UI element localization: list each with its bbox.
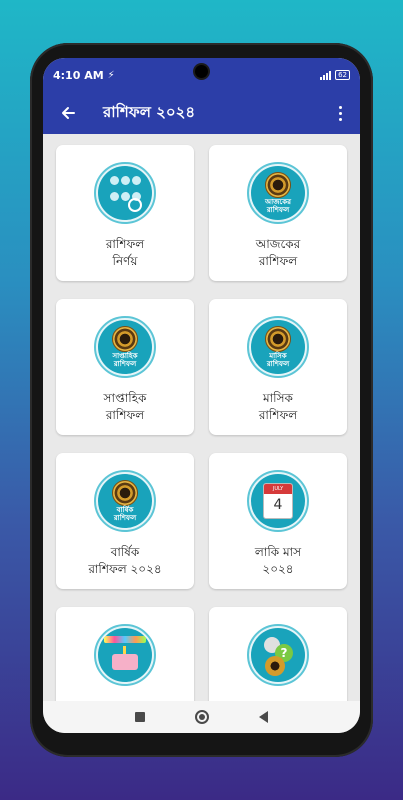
- status-time: 4:10 AM: [53, 68, 104, 82]
- card-saptahik-rashifal[interactable]: সাপ্তাহিক রাশিফল সাপ্তাহিক রাশিফল: [56, 299, 194, 435]
- card-barshik-rashifal[interactable]: বার্ষিক রাশিফল বার্ষিক রাশিফল ২০২৪: [56, 453, 194, 589]
- screen: 4:10 AM ⚡ 62 রাশিফল ২০২৪ রাশিফল নির্ণয় …: [43, 58, 360, 733]
- content-area: রাশিফল নির্ণয় আজকেররাশিফল আজকের রাশিফল: [43, 134, 360, 701]
- back-button[interactable]: [53, 98, 83, 128]
- overflow-menu-button[interactable]: [330, 98, 350, 128]
- zodiac-wheel-icon: সাপ্তাহিক রাশিফল: [94, 316, 156, 378]
- nav-back-button[interactable]: [259, 711, 268, 723]
- recents-button[interactable]: [135, 712, 145, 722]
- moon-question-icon: ?: [247, 624, 309, 686]
- card-lucky-month[interactable]: JULY 4 লাকি মাস ২০২৪: [209, 453, 347, 589]
- status-right: 62: [320, 70, 350, 80]
- dot-icon: [338, 117, 342, 121]
- card-title: রাশিফল নির্ণয়: [105, 237, 145, 268]
- zodiac-search-icon: [94, 162, 156, 224]
- page-title: রাশিফল ২০২৪: [103, 102, 196, 121]
- arrow-left-icon: [62, 107, 75, 119]
- app-bar: রাশিফল ২০২৪: [43, 92, 360, 134]
- zodiac-wheel-icon: মাসিক রাশিফল: [247, 316, 309, 378]
- card-moon-question[interactable]: ?: [209, 607, 347, 701]
- system-nav-bar: [43, 701, 360, 733]
- dot-icon: [338, 105, 342, 109]
- card-ajker-rashifal[interactable]: আজকের রাশিফল আজকের রাশিফল: [209, 145, 347, 281]
- signal-icon: [320, 70, 332, 80]
- calendar-icon: JULY 4: [247, 470, 309, 532]
- birthday-cake-icon: [94, 624, 156, 686]
- dot-icon: [338, 111, 342, 115]
- card-birthday[interactable]: [56, 607, 194, 701]
- card-title: সাপ্তাহিক রাশিফল: [103, 391, 147, 422]
- card-title: বার্ষিক রাশিফল ২০২৪: [88, 545, 162, 576]
- card-title: মাসিক রাশিফল: [258, 391, 298, 422]
- front-camera: [195, 65, 208, 78]
- home-button[interactable]: [195, 710, 209, 724]
- card-grid: রাশিফল নির্ণয় আজকেররাশিফল আজকের রাশিফল: [43, 134, 360, 701]
- card-rashifal-nirnoy[interactable]: রাশিফল নির্ণয়: [56, 145, 194, 281]
- zodiac-wheel-icon: আজকের রাশিফল: [247, 162, 309, 224]
- battery-icon: 62: [335, 70, 350, 80]
- zodiac-wheel-icon: বার্ষিক রাশিফল: [94, 470, 156, 532]
- charging-icon: ⚡: [107, 69, 115, 81]
- card-title: আজকের রাশিফল: [255, 237, 301, 268]
- card-masik-rashifal[interactable]: মাসিক রাশিফল মাসিক রাশিফল: [209, 299, 347, 435]
- card-title: লাকি মাস ২০২৪: [254, 545, 302, 576]
